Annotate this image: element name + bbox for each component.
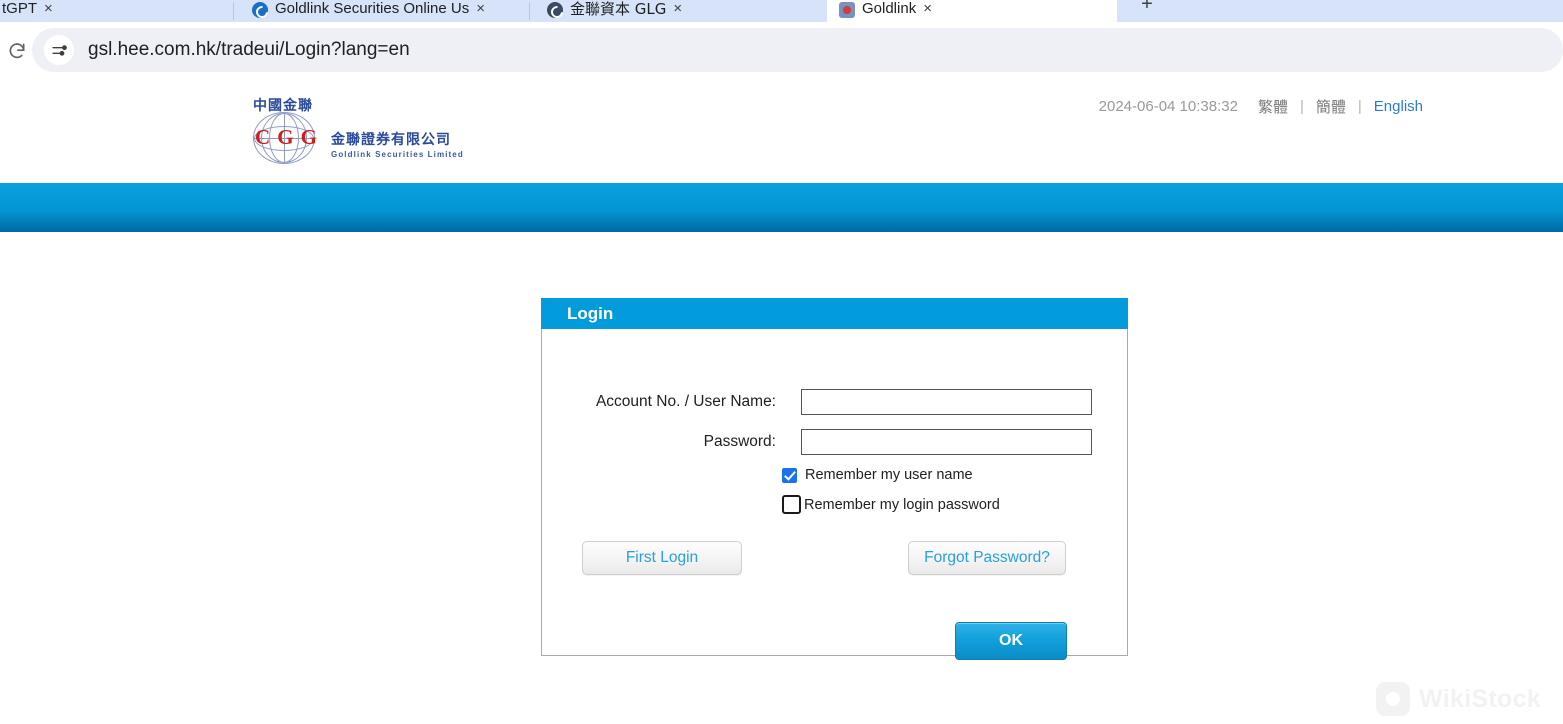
logo-wordmark: 金聯證券有限公司 Goldlink Securities Limited (331, 97, 464, 159)
browser-tab-1[interactable]: tGPT × (0, 0, 230, 22)
tab-title: Goldlink Securities Online Us (275, 0, 470, 17)
tab-close-icon[interactable]: × (923, 1, 932, 17)
password-label: Password: (703, 433, 776, 450)
site-header: 中國金聯 C G G 金聯證券有限公司 Goldlink Securities … (0, 79, 1563, 183)
wikistock-watermark-text: WikiStock (1419, 684, 1541, 713)
tab-close-icon[interactable]: × (44, 1, 53, 17)
page-body: Login Account No. / User Name: Password:… (0, 232, 1563, 724)
blue-circle-icon (252, 2, 268, 18)
password-input[interactable] (801, 429, 1092, 455)
address-bar[interactable]: gsl.hee.com.hk/tradeui/Login?lang=en (32, 28, 1563, 72)
login-form: Account No. / User Name: Password: Remem… (542, 329, 1127, 660)
username-label: Account No. / User Name: (595, 393, 776, 410)
language-divider: | (1357, 98, 1362, 115)
tab-title: 金聯資本 GLG (570, 0, 667, 18)
browser-tab-2[interactable]: Goldlink Securities Online Us × (240, 0, 527, 22)
tab-title: tGPT (2, 0, 38, 17)
logo-letter-g1: G (277, 125, 294, 149)
tab-close-icon[interactable]: × (476, 1, 485, 17)
first-login-button[interactable]: First Login (582, 541, 742, 575)
remember-password-label: Remember my login password (804, 496, 1000, 513)
tab-close-icon[interactable]: × (673, 1, 682, 17)
language-link-english[interactable]: English (1374, 98, 1423, 115)
language-link-simplified[interactable]: 簡體 (1316, 96, 1346, 117)
url-text: gsl.hee.com.hk/tradeui/Login?lang=en (88, 39, 410, 60)
company-name-chinese: 金聯證券有限公司 (331, 132, 451, 148)
login-panel-header: Login (541, 298, 1128, 329)
dark-circle-icon (547, 2, 563, 18)
browser-toolbar: gsl.hee.com.hk/tradeui/Login?lang=en (0, 22, 1563, 79)
logo-letters: C G G (255, 125, 317, 150)
username-field-row: Account No. / User Name: (566, 389, 1093, 415)
new-tab-button[interactable]: + (1130, 0, 1164, 22)
remember-password-row[interactable]: Remember my login password (782, 495, 1000, 514)
header-utility-bar: 2024-06-04 10:38:32 繁體 | 簡體 | English (1099, 96, 1423, 117)
tab-separator (529, 2, 530, 20)
remember-username-row[interactable]: Remember my user name (782, 467, 973, 483)
ok-button[interactable]: OK (955, 622, 1067, 660)
server-datetime: 2024-06-04 10:38:32 (1098, 98, 1238, 115)
remember-password-checkbox[interactable] (782, 495, 801, 514)
browser-tab-3[interactable]: 金聯資本 GLG × (535, 0, 823, 22)
username-input[interactable] (801, 389, 1092, 415)
login-panel-title: Login (567, 303, 614, 323)
logo-letter-c: C (255, 125, 271, 149)
password-field-row: Password: (566, 429, 1093, 455)
browser-chrome: tGPT × Goldlink Securities Online Us × 金… (0, 0, 1563, 79)
company-name-english: Goldlink Securities Limited (331, 150, 464, 159)
wikistock-logo-icon (1376, 682, 1411, 716)
goldlink-logo-icon (839, 2, 855, 18)
language-link-traditional[interactable]: 繁體 (1258, 96, 1288, 117)
tab-title: Goldlink (862, 0, 917, 17)
forgot-password-button[interactable]: Forgot Password? (908, 541, 1066, 575)
login-panel: Login Account No. / User Name: Password:… (541, 298, 1128, 660)
company-logo: 中國金聯 C G G 金聯證券有限公司 Goldlink Securities … (253, 97, 483, 169)
reload-icon[interactable] (0, 34, 34, 68)
language-divider: | (1299, 98, 1304, 115)
logo-mark: 中國金聯 C G G (253, 97, 325, 169)
tab-strip: tGPT × Goldlink Securities Online Us × 金… (0, 0, 1563, 22)
remember-username-label: Remember my user name (805, 467, 973, 483)
tab-separator (233, 2, 234, 20)
browser-tab-4[interactable]: Goldlink × (827, 0, 1117, 22)
page-content: 中國金聯 C G G 金聯證券有限公司 Goldlink Securities … (0, 79, 1563, 724)
remember-username-checkbox[interactable] (782, 467, 797, 483)
tune-icon[interactable] (44, 35, 74, 65)
main-navigation-bar[interactable] (0, 183, 1563, 232)
wikistock-watermark: WikiStock (1376, 682, 1541, 716)
logo-letter-g2: G (300, 125, 317, 149)
